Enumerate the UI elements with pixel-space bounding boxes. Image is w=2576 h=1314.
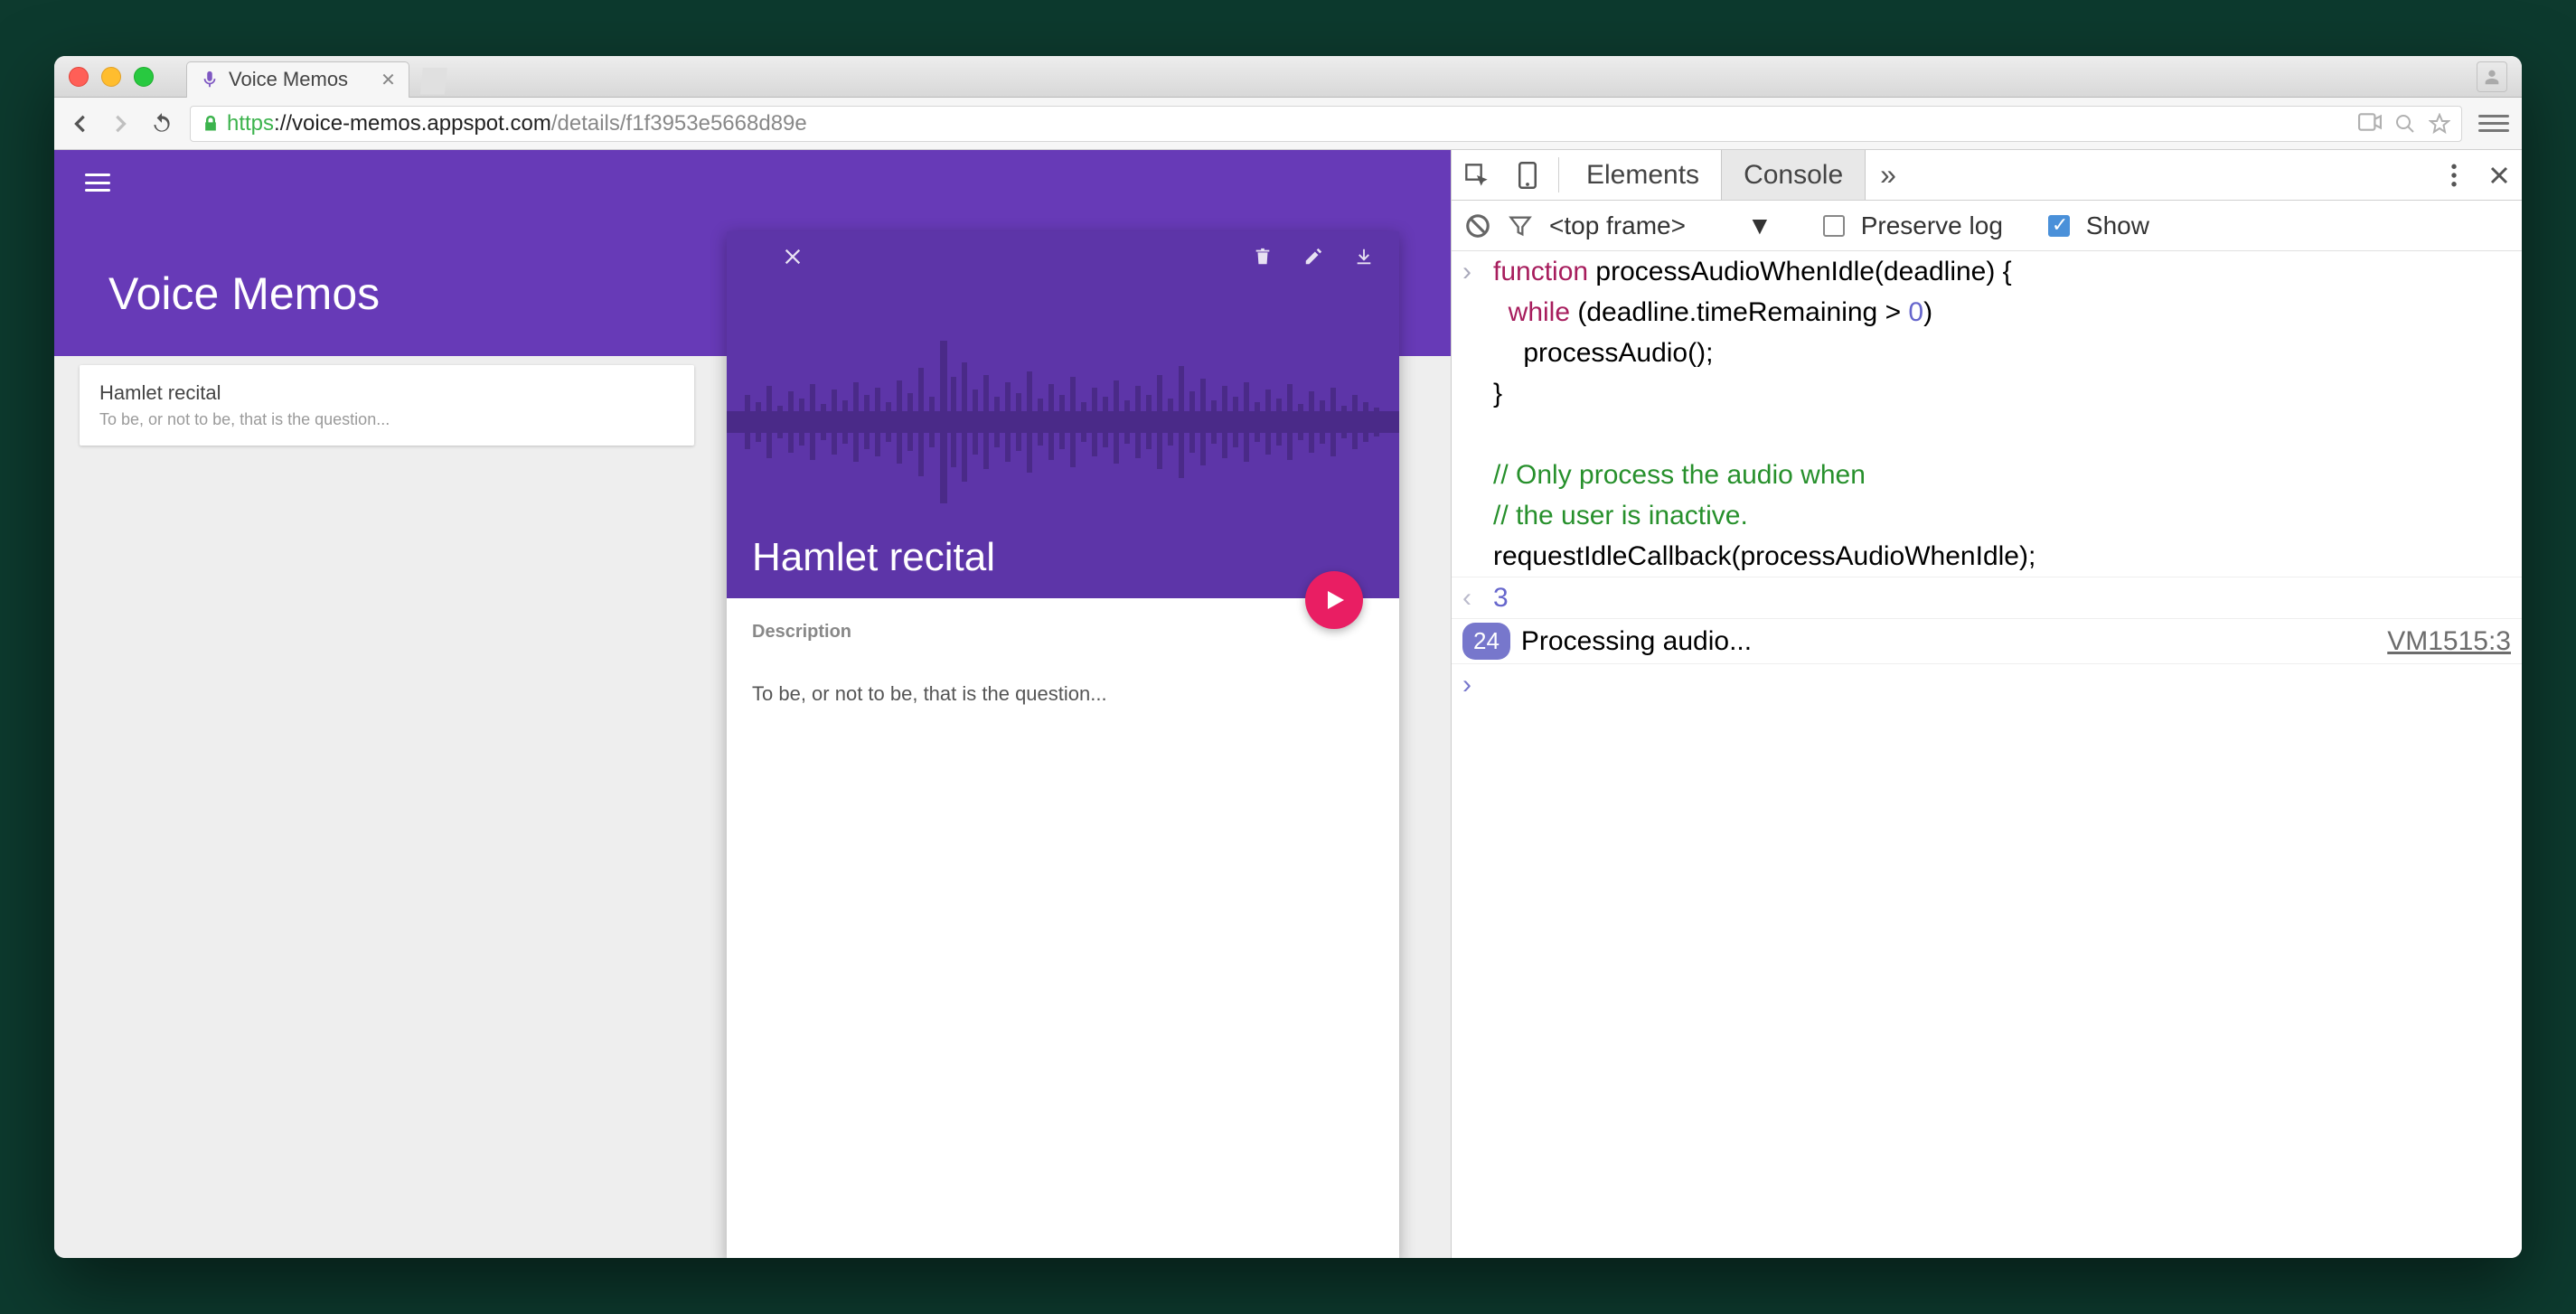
chevron-down-icon: ▼ [1747,211,1772,240]
reload-button[interactable] [150,112,174,136]
microphone-icon [200,70,220,89]
url-host: ://voice-memos.appspot.com [274,111,551,136]
preserve-log-label: Preserve log [1861,211,2003,240]
console-input[interactable] [1493,664,2511,705]
play-button[interactable] [1305,571,1363,629]
log-count-badge: 24 [1462,623,1510,660]
delete-icon[interactable] [1253,246,1273,267]
maximize-window-button[interactable] [134,67,154,87]
kebab-icon[interactable] [2431,164,2477,187]
device-icon[interactable] [1502,150,1553,200]
tab-elements[interactable]: Elements [1565,150,1721,200]
close-devtools-icon[interactable] [2477,164,2522,186]
frame-selector[interactable]: <top frame> ▼ [1549,211,1772,240]
content-area: Voice Memos Hamlet recital To be, or not… [54,150,2522,1258]
browser-menu-button[interactable] [2478,108,2509,139]
url-path: /details/f1f3953e5668d89e [551,111,807,136]
waveform-header: Hamlet recital [727,231,1399,598]
star-icon[interactable] [2429,113,2450,135]
back-button[interactable] [67,111,92,136]
filter-icon[interactable] [1508,213,1533,239]
console-toolbar: <top frame> ▼ Preserve log Show [1452,201,2522,251]
prompt-icon[interactable]: › [1462,664,1493,705]
camera-icon[interactable] [2358,113,2382,135]
console-input-code: function processAudioWhenIdle(deadline) … [1493,251,2511,577]
log-message: Processing audio... [1521,621,2387,662]
memo-detail-card: Hamlet recital Description To be, or not… [727,231,1399,1258]
url-protocol: https [227,111,274,136]
forward-button[interactable] [108,111,134,136]
menu-icon[interactable] [85,174,110,192]
memo-list-item[interactable]: Hamlet recital To be, or not to be, that… [80,365,694,446]
detail-title: Hamlet recital [752,535,995,580]
lock-icon [202,115,220,133]
clear-console-icon[interactable] [1464,212,1491,239]
browser-window: Voice Memos ✕ https://voice-memos.appspo… [54,56,2522,1258]
preserve-log-checkbox[interactable] [1823,215,1845,237]
console-return-value: 3 [1493,577,2511,618]
voice-memos-app: Voice Memos Hamlet recital To be, or not… [54,150,1451,1258]
browser-tab[interactable]: Voice Memos ✕ [186,61,409,98]
edit-icon[interactable] [1303,247,1323,267]
zoom-icon[interactable] [2394,113,2416,135]
log-source-link[interactable]: VM1515:3 [2387,621,2511,662]
waveform-graphic [727,332,1399,512]
show-checkbox[interactable] [2048,215,2070,237]
frame-label: <top frame> [1549,211,1686,240]
detail-body: Description To be, or not to be, that is… [727,598,1399,729]
devtools-tabs: Elements Console » [1452,150,2522,201]
console-output[interactable]: › function processAudioWhenIdle(deadline… [1452,251,2522,1258]
devtools-panel: Elements Console » <top frame> ▼ Preserv… [1451,150,2522,1258]
profile-button[interactable] [2477,61,2507,92]
return-icon: ‹ [1462,577,1493,618]
close-tab-icon[interactable]: ✕ [381,69,396,91]
description-label: Description [752,622,1374,643]
memo-item-subtitle: To be, or not to be, that is the questio… [99,410,674,429]
tabs-overflow-button[interactable]: » [1866,150,1911,200]
tab-console[interactable]: Console [1721,150,1866,200]
window-titlebar: Voice Memos ✕ [54,56,2522,98]
address-bar[interactable]: https://voice-memos.appspot.com/details/… [190,106,2462,142]
prompt-icon: › [1462,251,1493,577]
tab-title: Voice Memos [229,68,348,91]
minimize-window-button[interactable] [101,67,121,87]
download-icon[interactable] [1354,246,1374,267]
show-label: Show [2086,211,2149,240]
close-window-button[interactable] [69,67,89,87]
inspect-icon[interactable] [1452,150,1502,200]
url-bar: https://voice-memos.appspot.com/details/… [54,98,2522,150]
memo-item-title: Hamlet recital [99,381,674,405]
close-icon[interactable] [783,247,803,267]
description-text: To be, or not to be, that is the questio… [752,682,1374,706]
app-title: Voice Memos [108,267,380,320]
new-tab-button[interactable] [420,68,447,95]
traffic-lights [69,67,154,87]
